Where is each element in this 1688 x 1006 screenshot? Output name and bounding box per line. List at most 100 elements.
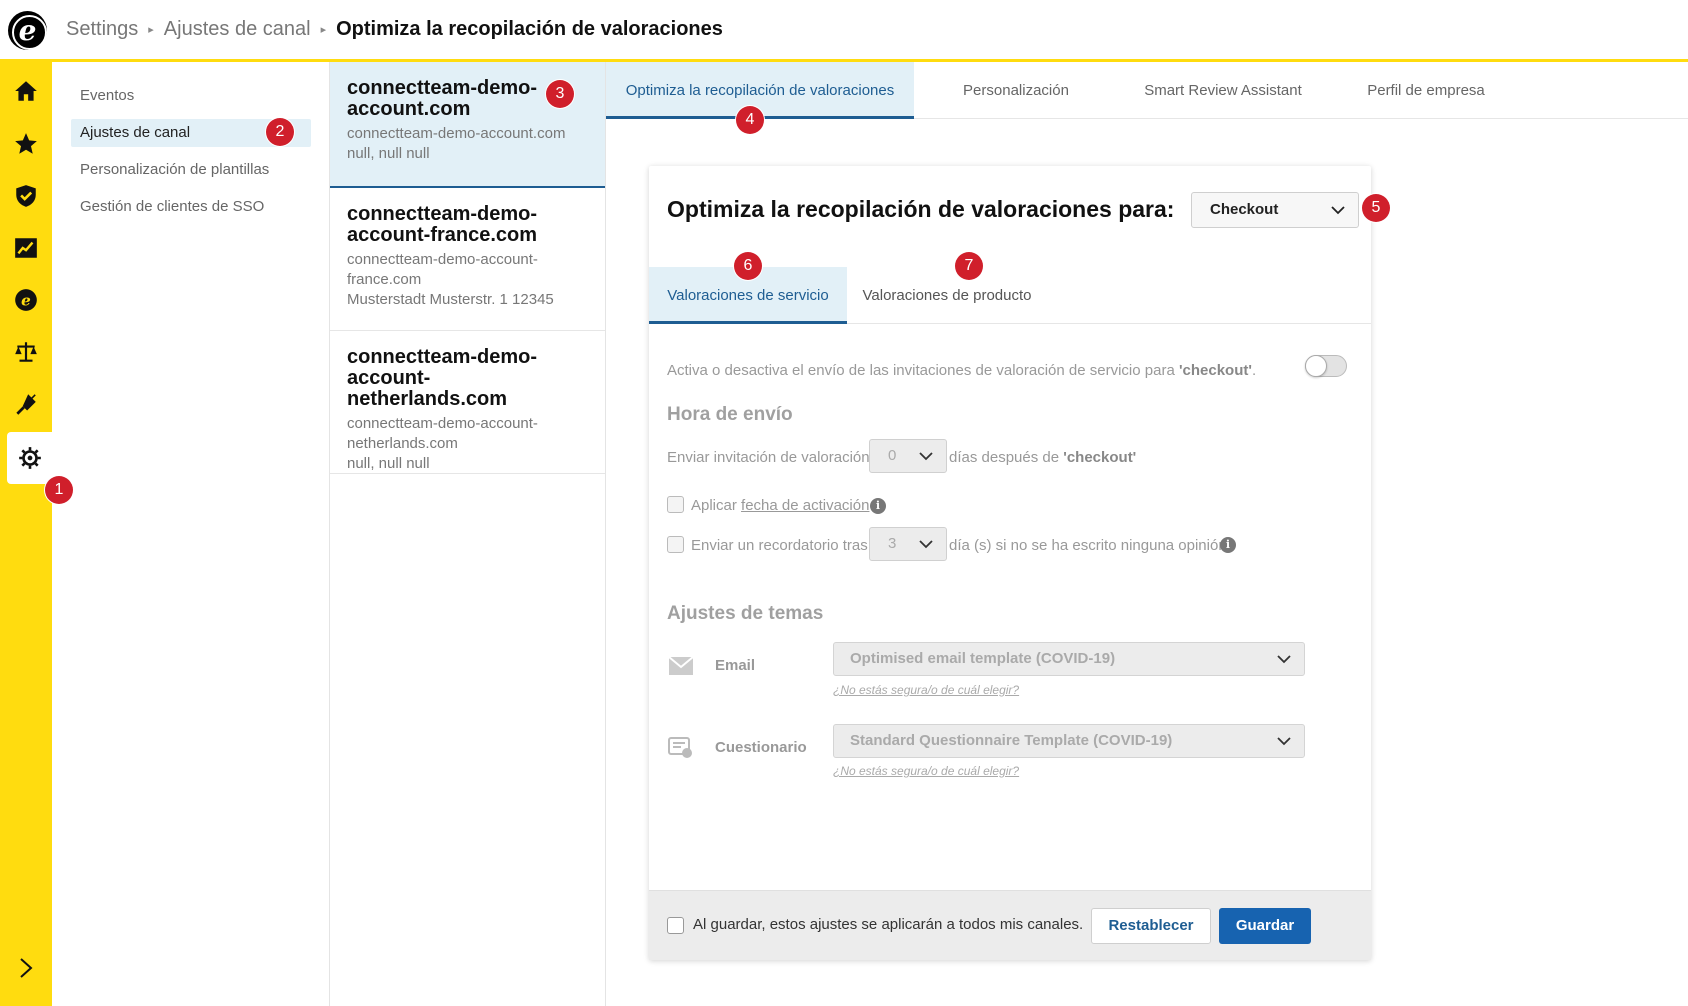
annotation-badge: 5 [1362, 194, 1390, 222]
svg-text:e: e [21, 291, 31, 309]
toggle-knob [1305, 355, 1327, 377]
rail-settings[interactable] [7, 432, 53, 484]
reminder-days-value: 3 [888, 535, 897, 552]
chevron-down-icon [1277, 655, 1291, 664]
icon-rail: e [0, 62, 53, 1006]
questionnaire-help-link[interactable]: ¿No estás segura/o de cuál elegir? [833, 764, 1019, 778]
chevron-right-icon [20, 958, 33, 978]
invite-label: Enviar invitación de valoración [667, 449, 870, 466]
apply-activation-label: Aplicar fecha de activación [691, 497, 869, 514]
reminder-days-select[interactable]: 3 [869, 527, 947, 561]
rail-legal[interactable] [0, 326, 52, 378]
email-label: Email [715, 657, 756, 674]
invite-after-text: días después de [949, 449, 1064, 466]
toggle-text: Activa o desactiva el envío de las invit… [667, 362, 1179, 379]
event-select[interactable]: Checkout [1191, 192, 1359, 228]
reminder-label: Enviar un recordatorio tras [691, 537, 868, 554]
annotation-badge: 6 [734, 252, 762, 280]
rail-integrations[interactable] [0, 378, 52, 430]
chevron-down-icon [919, 540, 933, 549]
channel-url: connectteam-demo-account.com [347, 125, 566, 142]
channel-address: null, null null [347, 455, 430, 472]
apply-all-checkbox[interactable] [667, 917, 684, 934]
shield-icon [16, 185, 36, 207]
channel-address: null, null null [347, 145, 430, 162]
breadcrumb: Settings ▸ Ajustes de canal ▸ Optimiza l… [66, 18, 723, 41]
chevron-down-icon [1331, 206, 1345, 215]
submenu-item-sso-clients[interactable]: Gestión de clientes de SSO [71, 193, 311, 221]
annotation-badge: 3 [546, 80, 574, 108]
themes-heading: Ajustes de temas [667, 603, 824, 624]
send-time-heading: Hora de envío [667, 404, 793, 425]
invite-days-value: 0 [888, 447, 897, 464]
apply-all-label: Al guardar, estos ajustes se aplicarán a… [693, 916, 1084, 933]
chevron-down-icon [919, 452, 933, 461]
card-footer: Al guardar, estos ajustes se aplicarán a… [649, 890, 1371, 960]
email-template-value: Optimised email template (COVID-19) [850, 650, 1116, 667]
reset-button[interactable]: Restablecer [1091, 908, 1211, 944]
tab-company-profile[interactable]: Perfil de empresa [1361, 62, 1491, 119]
top-header: e Settings ▸ Ajustes de canal ▸ Optimiza… [0, 0, 1688, 62]
breadcrumb-settings[interactable]: Settings [66, 18, 138, 41]
chevron-down-icon [1277, 737, 1291, 746]
activation-date-link[interactable]: fecha de activación [741, 497, 869, 514]
plug-icon [16, 394, 36, 415]
home-icon [15, 81, 37, 101]
breadcrumb-separator: ▸ [320, 24, 327, 36]
questionnaire-template-select[interactable]: Standard Questionnaire Template (COVID-1… [833, 724, 1305, 758]
chart-icon [15, 238, 37, 258]
channel-url: connectteam-demo-account-france.com [347, 251, 538, 288]
tab-personalization[interactable]: Personalización [946, 62, 1086, 119]
rail-analytics[interactable] [0, 222, 52, 274]
settings-submenu: Eventos Ajustes de canal Personalización… [52, 62, 330, 1006]
annotation-badge: 1 [45, 476, 73, 504]
channel-item[interactable]: connectteam-demo-account-france.com conn… [330, 188, 605, 331]
email-template-select[interactable]: Optimised email template (COVID-19) [833, 642, 1305, 676]
email-help-link[interactable]: ¿No estás segura/o de cuál elegir? [833, 683, 1019, 697]
scale-icon [15, 342, 37, 362]
submenu-item-template-customization[interactable]: Personalización de plantillas [71, 156, 311, 184]
annotation-badge: 4 [736, 106, 764, 134]
questionnaire-label: Cuestionario [715, 739, 807, 756]
submenu-item-events[interactable]: Eventos [71, 82, 311, 110]
breadcrumb-separator: ▸ [148, 24, 154, 36]
breadcrumb-channel-settings[interactable]: Ajustes de canal [164, 18, 311, 41]
etrusted-icon: e [15, 289, 37, 311]
annotation-badge: 7 [955, 252, 983, 280]
channel-url: connectteam-demo-account-netherlands.com [347, 415, 538, 452]
apply-activation-checkbox[interactable] [667, 496, 684, 513]
save-button[interactable]: Guardar [1219, 908, 1311, 944]
channel-title: connectteam-demo-account-netherlands.com [347, 346, 538, 410]
invite-after-event: 'checkout' [1063, 449, 1137, 466]
channel-address: Musterstadt Musterstr. 1 12345 [347, 291, 554, 308]
rail-home[interactable] [0, 65, 52, 117]
gear-icon [19, 447, 41, 469]
rail-trust[interactable] [0, 170, 52, 222]
reminder-checkbox[interactable] [667, 536, 684, 553]
service-invitations-toggle[interactable] [1305, 355, 1347, 377]
card-title: Optimiza la recopilación de valoraciones… [667, 196, 1175, 222]
rail-etrusted[interactable]: e [0, 274, 52, 326]
settings-tabs: Optimiza la recopilación de valoraciones… [606, 62, 1688, 119]
invite-days-select[interactable]: 0 [869, 439, 947, 473]
rail-reviews[interactable] [0, 118, 52, 170]
tab-smart-review-assistant[interactable]: Smart Review Assistant [1143, 62, 1303, 119]
star-icon [15, 133, 37, 154]
channel-item[interactable]: connectteam-demo-account-netherlands.com… [330, 331, 605, 474]
envelope-icon [668, 656, 694, 675]
toggle-event: 'checkout' [1178, 362, 1252, 379]
annotation-badge: 2 [266, 118, 294, 146]
channel-title: connectteam-demo-account-france.com [347, 203, 538, 246]
apply-text: Aplicar [691, 497, 742, 514]
invite-after: días después de 'checkout' [949, 449, 1136, 466]
reminder-after: día (s) si no se ha escrito ninguna opin… [949, 537, 1227, 554]
info-icon[interactable]: i [870, 498, 886, 514]
channel-list: connectteam-demo-account.com connectteam… [330, 62, 606, 1006]
settings-card: Optimiza la recopilación de valoraciones… [649, 166, 1371, 960]
info-icon[interactable]: i [1220, 537, 1236, 553]
rail-expand[interactable] [0, 948, 52, 988]
page-title: Optimiza la recopilación de valoraciones [336, 18, 723, 40]
etrusted-logo[interactable]: e [8, 11, 47, 50]
main-content: Optimiza la recopilación de valoraciones… [606, 62, 1688, 1006]
tab-product-reviews[interactable]: Valoraciones de producto [847, 267, 1047, 324]
